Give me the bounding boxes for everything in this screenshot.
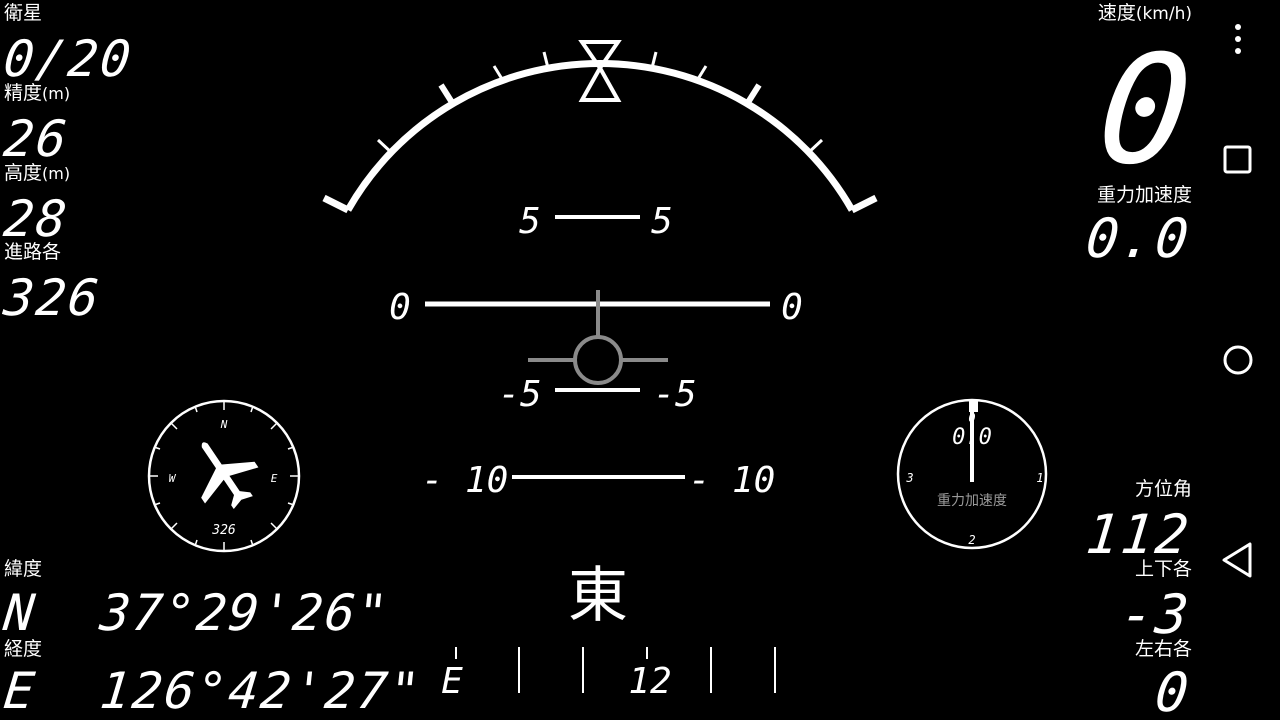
compass-w: W (169, 472, 177, 485)
pitch-label-minus5-right: -5 (653, 374, 696, 415)
satellites-value: 0/20 (0, 30, 136, 88)
accuracy-value: 26 (0, 110, 72, 168)
pitch-label-minus10-left: - 10 (422, 460, 509, 501)
compass-e: E (271, 472, 278, 485)
course-label: 進路各 (4, 241, 62, 263)
gforce-label: 重力加速度 (1096, 184, 1192, 206)
back-icon[interactable] (1220, 540, 1256, 580)
heading-tape-mid: 12 (628, 661, 671, 702)
accuracy-label: 精度(m) (4, 82, 71, 104)
heading-direction: 東 (568, 561, 628, 631)
roll-arc-end-left (322, 194, 350, 214)
pitch-label: 上下各 (1134, 558, 1192, 580)
recent-apps-icon[interactable] (1222, 144, 1254, 176)
pitch-label-0-right: 0 (781, 287, 803, 328)
gauge-right: 1 (1036, 471, 1043, 485)
gauge-label: 重力加速度 (937, 493, 1007, 509)
gforce-gauge: 0 1 2 3 0.0 重力加速度 (896, 398, 1048, 550)
gauge-left: 3 (905, 471, 913, 485)
attitude-indicator: 5 5 0 0 -5 -5 - 10 - 10 (322, 40, 878, 501)
latitude-label: 緯度 (4, 558, 43, 580)
speed-value: 0 (1090, 24, 1200, 198)
airplane-icon (201, 442, 259, 510)
pitch-label-minus10-right: - 10 (689, 460, 776, 501)
pitch-label-5-left: 5 (519, 201, 541, 242)
heading-tape-ticks (455, 647, 776, 693)
speed-label: 速度(km/h) (1097, 2, 1192, 24)
azimuth-value: 112 (1083, 503, 1194, 566)
pitch-value: -3 (1117, 583, 1194, 646)
gauge-bottom: 2 (968, 533, 975, 547)
heading-tape: E 12 (441, 647, 776, 702)
pitch-label-minus5-left: -5 (498, 374, 541, 415)
home-icon[interactable] (1220, 342, 1256, 378)
pitch-label-5-right: 5 (651, 201, 673, 242)
roll-pointer (578, 40, 622, 102)
roll-label: 左右各 (1134, 638, 1192, 660)
latitude-value: N 37°29'26" (0, 584, 393, 642)
longitude-value: E 126°42'27" (0, 662, 425, 720)
satellites-label: 衛星 (4, 2, 43, 24)
gauge-value: 0.0 (952, 425, 992, 450)
altitude-label: 高度(m) (4, 162, 71, 184)
course-value: 326 (0, 269, 104, 327)
system-nav-bar (1200, 0, 1280, 720)
compass-n: N (220, 418, 228, 431)
heading-tape-left: E (441, 661, 463, 702)
roll-value: 0 (1152, 661, 1194, 720)
compass-heading: 326 (211, 523, 236, 538)
longitude-label: 経度 (4, 638, 43, 660)
roll-arc-end-right (850, 194, 878, 214)
compass-widget: N E W 326 (147, 399, 301, 553)
overflow-menu-icon[interactable] (1230, 22, 1246, 58)
pitch-label-0-left: 0 (389, 287, 411, 328)
gauge-top: 0 (968, 411, 975, 425)
gforce-value: 0.0 (1083, 207, 1194, 270)
altitude-value: 28 (0, 190, 72, 248)
roll-arc (344, 60, 856, 212)
azimuth-label: 方位角 (1134, 478, 1192, 500)
